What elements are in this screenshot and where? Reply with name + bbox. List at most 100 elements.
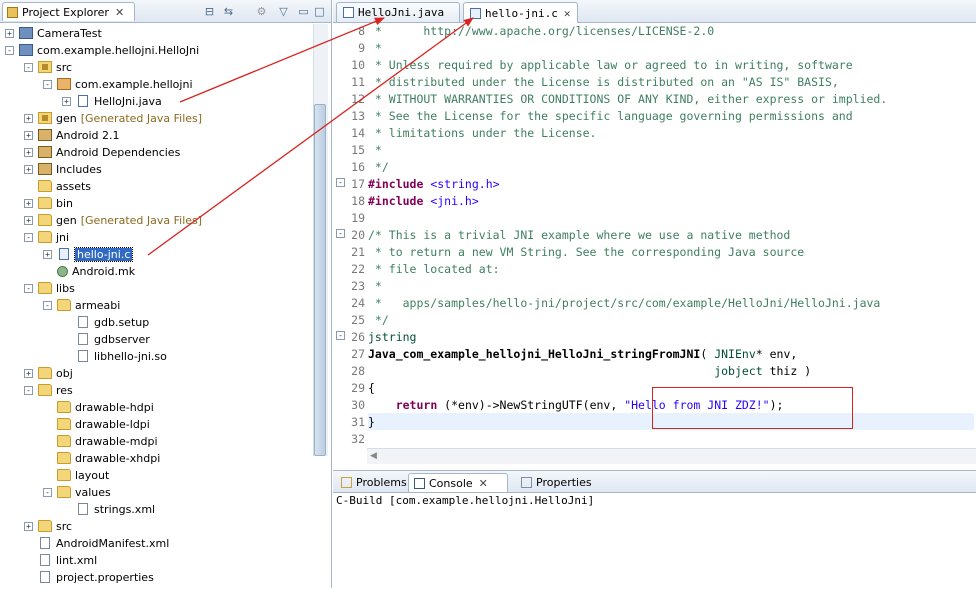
- tree-item[interactable]: lint.xml: [24, 552, 97, 568]
- tree-item[interactable]: + bin: [24, 195, 73, 211]
- tree-item[interactable]: layout: [43, 467, 109, 483]
- code-token: *: [368, 143, 382, 157]
- tree-item[interactable]: + Includes: [24, 161, 102, 177]
- line-number: 19: [351, 211, 365, 225]
- code-line[interactable]: * limitations under the License.: [368, 125, 597, 142]
- expand-icon[interactable]: +: [24, 147, 33, 157]
- editor-tab[interactable]: hello-jni.c ✕: [463, 2, 578, 23]
- code-token: * env,: [755, 347, 798, 361]
- tree-item[interactable]: + Android Dependencies: [24, 144, 180, 160]
- tree-item[interactable]: drawable-xhdpi: [43, 450, 160, 466]
- expand-icon[interactable]: +: [5, 28, 14, 38]
- code-line[interactable]: * Unless required by applicable law or a…: [368, 57, 853, 74]
- tree-item[interactable]: drawable-mdpi: [43, 433, 158, 449]
- tree-item[interactable]: - com.example.hellojni: [43, 76, 193, 92]
- tree-scrollbar-thumb[interactable]: [314, 104, 326, 456]
- code-line[interactable]: Java_com_example_hellojni_HelloJni_strin…: [368, 346, 797, 363]
- collapse-icon[interactable]: -: [5, 45, 14, 55]
- tree-item[interactable]: - libs: [24, 280, 75, 296]
- tree-item[interactable]: + hello-jni.c: [43, 246, 134, 262]
- tree-item[interactable]: strings.xml: [62, 501, 155, 517]
- tree-item[interactable]: + src: [24, 518, 72, 534]
- folder-icon: [57, 435, 71, 447]
- collapse-icon[interactable]: -: [43, 487, 52, 497]
- code-line[interactable]: * to return a new VM String. See the cor…: [368, 244, 804, 261]
- code-line[interactable]: * distributed under the License is distr…: [368, 74, 839, 91]
- expand-icon[interactable]: +: [24, 198, 33, 208]
- collapse-icon[interactable]: -: [24, 62, 33, 72]
- expand-icon[interactable]: +: [24, 368, 33, 378]
- maximize-icon[interactable]: □: [312, 4, 327, 18]
- code-line[interactable]: {: [368, 380, 375, 397]
- fold-toggle-icon[interactable]: -: [336, 331, 345, 340]
- expand-icon[interactable]: +: [24, 521, 33, 531]
- expand-icon[interactable]: +: [24, 113, 33, 123]
- console-tab[interactable]: Console ✕: [408, 473, 508, 492]
- editor-horizontal-scrollbar[interactable]: [367, 448, 976, 464]
- folder-icon: [38, 367, 52, 379]
- expand-icon[interactable]: +: [43, 249, 52, 259]
- code-line[interactable]: *: [368, 278, 382, 295]
- xml-file-icon: [40, 537, 50, 549]
- code-line[interactable]: /* This is a trivial JNI example where w…: [368, 227, 790, 244]
- fold-toggle-icon[interactable]: -: [336, 178, 345, 187]
- editor-tab-label: hello-jni.c: [485, 6, 558, 20]
- folder-icon: [38, 214, 52, 226]
- editor-tab[interactable]: HelloJni.java: [336, 2, 460, 22]
- tree-item[interactable]: + Android 2.1: [24, 127, 120, 143]
- source-folder-icon: [38, 61, 52, 73]
- code-line[interactable]: * apps/samples/hello-jni/project/src/com…: [368, 295, 880, 312]
- fold-toggle-icon[interactable]: -: [336, 229, 345, 238]
- collapse-icon[interactable]: -: [24, 283, 33, 293]
- console-tab[interactable]: Problems: [336, 473, 408, 492]
- close-icon[interactable]: ✕: [479, 477, 488, 490]
- code-line[interactable]: */: [368, 312, 389, 329]
- expand-icon[interactable]: +: [24, 164, 33, 174]
- code-line[interactable]: *: [368, 40, 382, 57]
- tree-item[interactable]: project.properties: [24, 569, 154, 585]
- collapse-icon[interactable]: -: [43, 79, 52, 89]
- tree-item[interactable]: AndroidManifest.xml: [24, 535, 169, 551]
- tree-item[interactable]: libhello-jni.so: [62, 348, 167, 364]
- tree-item[interactable]: + obj: [24, 365, 73, 381]
- tree-item[interactable]: + gen [Generated Java Files]: [24, 212, 202, 228]
- tree-item[interactable]: Android.mk: [43, 263, 135, 279]
- console-tab[interactable]: Properties: [516, 473, 602, 492]
- code-line[interactable]: * See the License for the specific langu…: [368, 108, 853, 125]
- expand-icon[interactable]: +: [62, 96, 71, 106]
- tree-item[interactable]: - armeabi: [43, 297, 120, 313]
- tree-item[interactable]: + CameraTest: [5, 25, 102, 41]
- collapse-icon[interactable]: -: [24, 232, 33, 242]
- code-line[interactable]: jstring: [368, 329, 416, 346]
- code-line[interactable]: #include <string.h>: [368, 176, 500, 193]
- tree-item[interactable]: drawable-hdpi: [43, 399, 154, 415]
- code-token: * Unless required by applicable law or a…: [368, 58, 853, 72]
- collapse-icon[interactable]: -: [24, 385, 33, 395]
- code-line[interactable]: * file located at:: [368, 261, 500, 278]
- close-icon[interactable]: ✕: [564, 7, 571, 20]
- expand-icon[interactable]: +: [24, 130, 33, 140]
- tree-item[interactable]: - values: [43, 484, 111, 500]
- code-line[interactable]: */: [368, 159, 389, 176]
- tree-item[interactable]: - com.example.hellojni.HelloJni: [5, 42, 199, 58]
- tree-item[interactable]: assets: [24, 178, 91, 194]
- code-line[interactable]: }: [368, 414, 375, 431]
- tree-item[interactable]: - src: [24, 59, 72, 75]
- code-line[interactable]: * http://www.apache.org/licenses/LICENSE…: [368, 23, 714, 40]
- tree-item[interactable]: gdb.setup: [62, 314, 149, 330]
- code-line[interactable]: #include <jni.h>: [368, 193, 479, 210]
- folder-icon: [38, 180, 52, 192]
- scroll-left-arrow-icon[interactable]: ◀: [370, 451, 377, 461]
- tree-item[interactable]: + gen [Generated Java Files]: [24, 110, 202, 126]
- tree-item[interactable]: drawable-ldpi: [43, 416, 150, 432]
- tree-item-label: Android Dependencies: [56, 145, 181, 159]
- tree-item[interactable]: - jni: [24, 229, 69, 245]
- collapse-icon[interactable]: -: [43, 300, 52, 310]
- expand-icon[interactable]: +: [24, 215, 33, 225]
- tree-item[interactable]: + HelloJni.java: [62, 93, 162, 109]
- code-line[interactable]: *: [368, 142, 382, 159]
- tree-item[interactable]: - res: [24, 382, 73, 398]
- tree-item[interactable]: gdbserver: [62, 331, 150, 347]
- code-line[interactable]: jobject thiz ): [368, 363, 811, 380]
- code-line[interactable]: * WITHOUT WARRANTIES OR CONDITIONS OF AN…: [368, 91, 887, 108]
